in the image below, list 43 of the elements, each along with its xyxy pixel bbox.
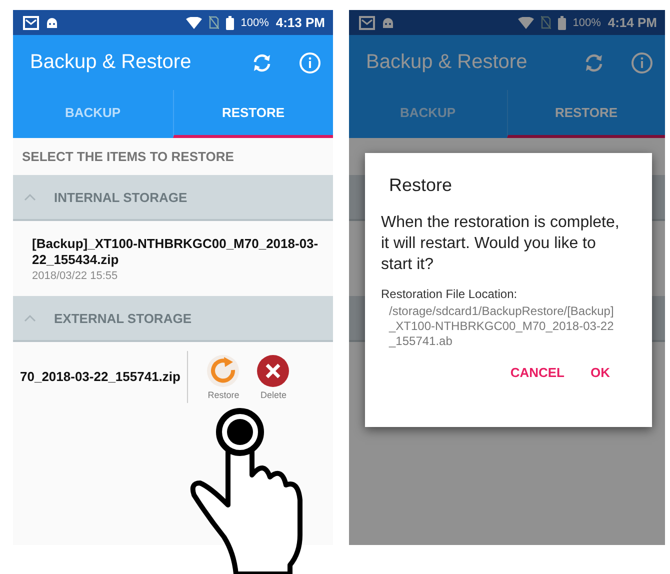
no-sim-icon — [540, 16, 551, 29]
dialog-title: Restore — [389, 175, 454, 196]
dialog-button[interactable]: OK — [584, 361, 616, 384]
clock: 4:13 PM — [276, 15, 325, 30]
tab[interactable]: RESTORE — [506, 90, 665, 138]
mail-icon — [23, 16, 39, 30]
tab[interactable]: BACKUP — [349, 90, 506, 138]
app-title: Backup & Restore — [366, 51, 528, 74]
wifi-icon — [518, 16, 534, 28]
battery-icon — [226, 16, 234, 30]
wifi-icon — [186, 16, 202, 28]
file-date: 2018/03/22 15:55 — [32, 270, 119, 282]
file-name: 70_2018-03-22_155741.zip — [20, 369, 180, 385]
tab[interactable]: RESTORE — [172, 90, 333, 138]
no-sim-icon — [208, 16, 219, 29]
sync-icon[interactable] — [251, 52, 273, 72]
group-header[interactable]: EXTERNAL STORAGE — [13, 296, 333, 342]
battery-percent: 100% — [572, 16, 601, 28]
group-header[interactable]: INTERNAL STORAGE — [13, 175, 333, 221]
info-icon[interactable] — [631, 52, 653, 74]
dialog-message: When the restoration is complete, it will restart. Would you like to start it? — [381, 213, 620, 275]
location-label: Restoration File Location: — [381, 287, 518, 301]
file-action-button[interactable]: Restore — [198, 354, 248, 400]
battery-percent: 100% — [240, 16, 269, 28]
mail-icon — [359, 16, 375, 30]
delete-icon — [256, 354, 290, 388]
group-title: EXTERNAL STORAGE — [54, 310, 192, 326]
app-title: Backup & Restore — [30, 51, 192, 74]
info-icon[interactable] — [299, 52, 321, 74]
dialog-button[interactable]: CANCEL — [504, 361, 570, 384]
android-icon — [382, 16, 394, 28]
file-path: /storage/sdcard1/BackupRestore/[Backup]_XT100-NTHBRKGC00_M70_2018-03-22_155741.ab — [389, 304, 614, 349]
backup-file-item[interactable]: [Backup]_XT100-NTHBRKGC00_M70_2018-03-22_155434.zip 2018/03/22 15:55 — [13, 221, 333, 296]
file-name: [Backup]_XT100-NTHBRKGC00_M70_2018-03-22_155434.zip — [32, 236, 320, 268]
battery-icon — [558, 16, 566, 30]
clock: 4:14 PM — [608, 15, 657, 30]
tab[interactable]: BACKUP — [13, 90, 172, 138]
group-title: INTERNAL STORAGE — [54, 190, 188, 204]
file-action-button[interactable]: Delete — [248, 354, 298, 400]
android-icon — [46, 16, 58, 28]
restore-icon — [206, 354, 240, 388]
section-label: SELECT THE ITEMS TO RESTORE — [21, 148, 235, 166]
sync-icon[interactable] — [583, 52, 605, 72]
